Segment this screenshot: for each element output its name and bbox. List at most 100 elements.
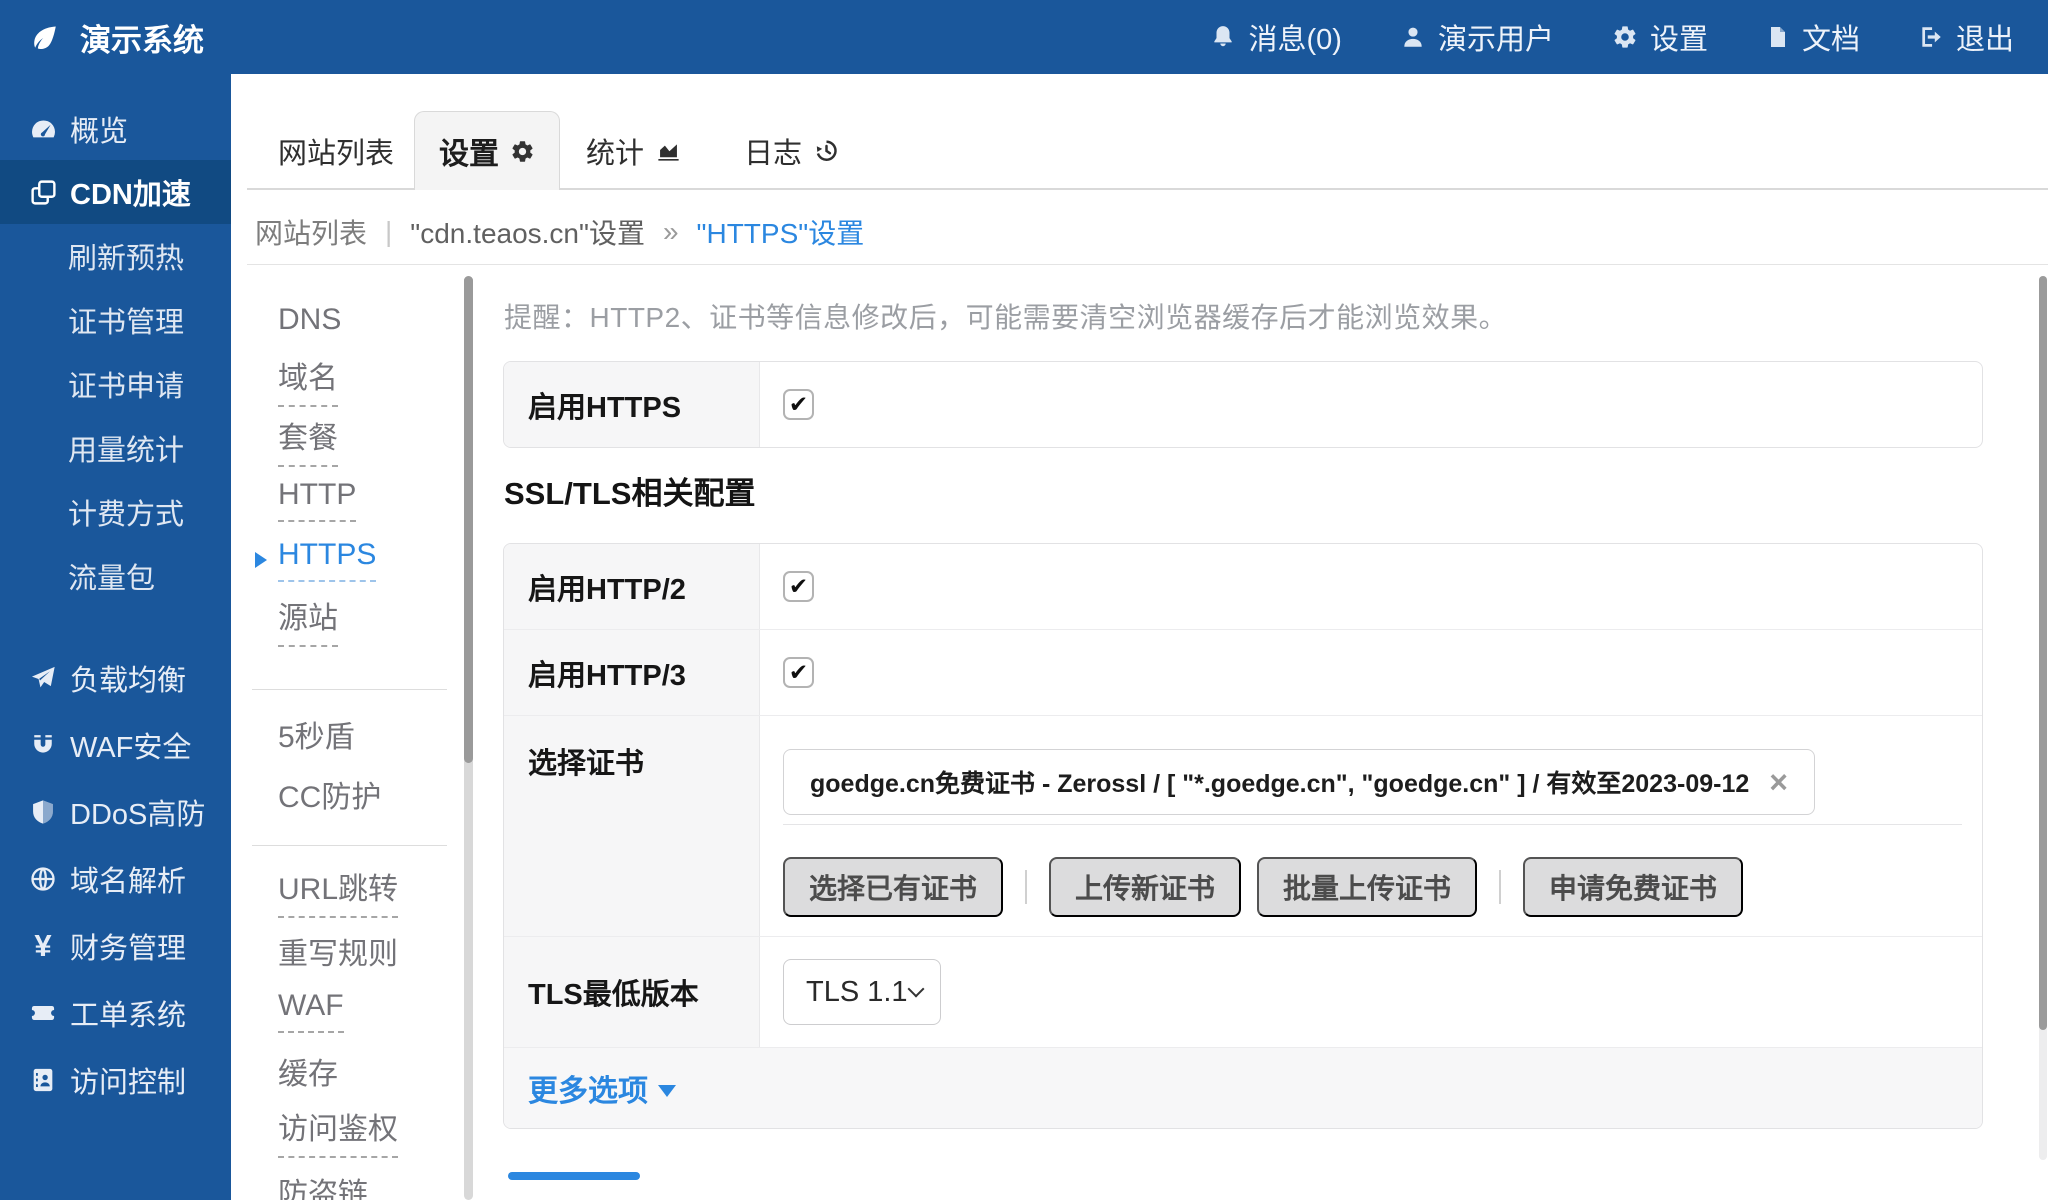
subnav-item-rewrite-rules[interactable]: 重写规则 [247, 921, 461, 981]
sidebar: 概览 CDN加速 刷新预热 证书管理 证书申请 用量统计 计费方式 流量包 负载… [0, 74, 231, 1200]
table-footer: 更多选项 [504, 1048, 1982, 1128]
user-icon [1400, 24, 1426, 50]
breadcrumb: 网站列表 | "cdn.teaos.cn"设置 » "HTTPS"设置 [255, 212, 864, 252]
button-separator [1025, 870, 1027, 904]
cert-pill-row: goedge.cn免费证书 - Zerossl / [ "*.goedge.cn… [783, 749, 1962, 815]
subnav-item-url-redirect[interactable]: URL跳转 [247, 861, 461, 921]
gear-icon [1612, 24, 1638, 50]
subnav-item-https[interactable]: HTTPS [247, 530, 461, 590]
sidebar-item-access-control[interactable]: 访问控制 [0, 1046, 231, 1113]
cert-divider [783, 824, 1962, 825]
page-scrollbar-thumb[interactable] [2039, 276, 2047, 1030]
breadcrumb-separator: » [663, 216, 679, 248]
sidebar-item-dns-resolve[interactable]: 域名解析 [0, 845, 231, 912]
brand-title: 演示系统 [80, 15, 204, 60]
sidebar-item-usage-stats[interactable]: 用量统计 [0, 416, 231, 480]
enable-https-checkbox[interactable]: ✔ [783, 389, 814, 420]
subnav-item-hotlink[interactable]: 防盗链 [247, 1161, 461, 1200]
logout-label: 退出 [1956, 16, 2014, 58]
sidebar-item-finance[interactable]: ¥ 财务管理 [0, 912, 231, 979]
logout-menu-item[interactable]: 退出 [1918, 16, 2014, 58]
page-scrollbar[interactable] [2039, 276, 2047, 1160]
sidebar-item-cert-manage[interactable]: 证书管理 [0, 288, 231, 352]
https-enable-table: 启用HTTPS ✔ [503, 361, 1983, 448]
subnav-item-dns[interactable]: DNS [247, 290, 461, 350]
row-label: 选择证书 [504, 716, 760, 936]
yen-icon: ¥ [28, 928, 58, 964]
sidebar-item-cdn[interactable]: CDN加速 [0, 160, 231, 224]
brand[interactable]: 演示系统 [30, 15, 204, 60]
cert-value-area: goedge.cn免费证书 - Zerossl / [ "*.goedge.cn… [760, 716, 1982, 936]
settings-label: 设置 [1650, 16, 1708, 58]
subnav-item-plan[interactable]: 套餐 [247, 410, 461, 470]
sidebar-item-overview[interactable]: 概览 [0, 98, 231, 160]
sidebar-item-label: 概览 [70, 108, 128, 150]
tab-site-list[interactable]: 网站列表 [247, 112, 414, 189]
tab-settings[interactable]: 设置 [414, 111, 560, 190]
app-root: 演示系统 消息(0) 演示用户 设置 [0, 0, 2048, 1200]
remove-cert-icon[interactable]: × [1769, 764, 1788, 801]
enable-http3-checkbox[interactable]: ✔ [783, 657, 814, 688]
gear-icon [510, 139, 535, 164]
subnav-scrollbar-thumb[interactable] [464, 276, 473, 763]
row-label: 启用HTTPS [504, 362, 760, 447]
more-options-link[interactable]: 更多选项 [528, 1066, 676, 1110]
select-existing-cert-button[interactable]: 选择已有证书 [783, 857, 1003, 917]
sidebar-item-tickets[interactable]: 工单系统 [0, 979, 231, 1046]
shield-icon [28, 798, 58, 826]
logout-icon [1918, 24, 1944, 50]
select-value: TLS 1.1 [806, 976, 908, 1009]
settings-subnav: DNS 域名 套餐 HTTP HTTPS 源站 5秒盾 CC防护 URL跳转 重… [247, 270, 461, 1200]
batch-upload-cert-button[interactable]: 批量上传证书 [1257, 857, 1477, 917]
chart-icon [655, 137, 682, 164]
sidebar-item-refresh-preheat[interactable]: 刷新预热 [0, 224, 231, 288]
sidebar-item-billing-method[interactable]: 计费方式 [0, 480, 231, 544]
tab-statistics[interactable]: 统计 [586, 130, 682, 172]
ticket-icon [28, 999, 58, 1027]
subnav-item-cache[interactable]: 缓存 [247, 1041, 461, 1101]
magnet-icon [28, 731, 58, 759]
docs-label: 文档 [1802, 16, 1860, 58]
selected-cert-tag[interactable]: goedge.cn免费证书 - Zerossl / [ "*.goedge.cn… [783, 749, 1815, 815]
enable-http2-checkbox[interactable]: ✔ [783, 571, 814, 602]
breadcrumb-divider [247, 264, 2048, 265]
row-value: ✔ [760, 630, 1982, 715]
messages-menu-item[interactable]: 消息(0) [1210, 16, 1341, 58]
subnav-item-origin[interactable]: 源站 [247, 590, 461, 650]
tls-min-version-select[interactable]: TLS 1.1 [783, 959, 941, 1025]
settings-menu-item[interactable]: 设置 [1612, 16, 1708, 58]
cert-button-row: 选择已有证书 上传新证书 批量上传证书 申请免费证书 [783, 857, 1962, 917]
subnav-item-domain[interactable]: 域名 [247, 350, 461, 410]
row-label: 启用HTTP/3 [504, 630, 760, 715]
upload-new-cert-button[interactable]: 上传新证书 [1049, 857, 1241, 917]
docs-menu-item[interactable]: 文档 [1766, 16, 1860, 58]
save-button-partial[interactable] [508, 1172, 640, 1180]
row-value: ✔ [760, 362, 1982, 447]
section-title: SSL/TLS相关配置 [504, 468, 755, 513]
sidebar-item-waf[interactable]: WAF安全 [0, 711, 231, 778]
bell-icon [1210, 24, 1236, 50]
subnav-item-5s-shield[interactable]: 5秒盾 [247, 704, 461, 764]
table-row: 启用HTTPS ✔ [504, 362, 1982, 447]
breadcrumb-separator: | [385, 216, 392, 248]
user-menu-item[interactable]: 演示用户 [1400, 16, 1554, 58]
chevron-down-icon [658, 1085, 676, 1097]
subnav-item-cc-protect[interactable]: CC防护 [247, 764, 461, 824]
breadcrumb-site-list[interactable]: 网站列表 [255, 212, 367, 252]
sidebar-item-ddos[interactable]: DDoS高防 [0, 778, 231, 845]
row-label: TLS最低版本 [504, 937, 760, 1047]
user-label: 演示用户 [1438, 16, 1554, 58]
breadcrumb-site-settings[interactable]: "cdn.teaos.cn"设置 [410, 212, 645, 252]
breadcrumb-https-settings[interactable]: "HTTPS"设置 [697, 212, 865, 252]
sidebar-item-traffic-package[interactable]: 流量包 [0, 544, 231, 608]
apply-free-cert-button[interactable]: 申请免费证书 [1523, 857, 1743, 917]
subnav-item-waf[interactable]: WAF [247, 981, 461, 1041]
active-pointer-icon [255, 552, 267, 568]
subnav-scrollbar[interactable] [464, 276, 473, 1200]
subnav-item-auth[interactable]: 访问鉴权 [247, 1101, 461, 1161]
topnav: 消息(0) 演示用户 设置 文档 [1210, 16, 2014, 58]
subnav-item-http[interactable]: HTTP [247, 470, 461, 530]
sidebar-item-load-balancer[interactable]: 负载均衡 [0, 644, 231, 711]
tab-logs[interactable]: 日志 [744, 130, 840, 172]
sidebar-item-cert-apply[interactable]: 证书申请 [0, 352, 231, 416]
